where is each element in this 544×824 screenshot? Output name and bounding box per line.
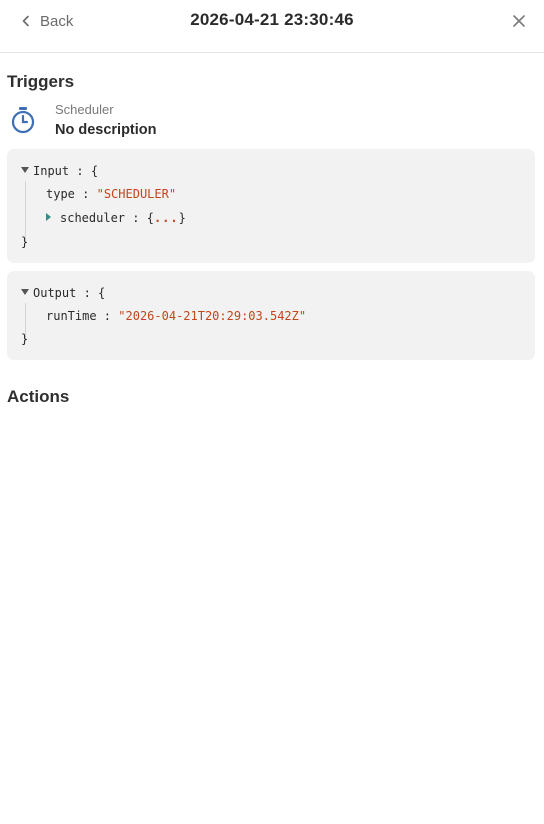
- expand-toggle-icon[interactable]: [46, 213, 51, 221]
- collapse-toggle-icon[interactable]: [21, 167, 29, 173]
- json-open-brace: {: [98, 286, 106, 300]
- close-icon[interactable]: [512, 14, 526, 28]
- trigger-output-json: Output : { runTime : "2026-04-21T20:29:0…: [7, 271, 535, 360]
- json-close-brace: }: [21, 332, 29, 346]
- json-field-type: type : "SCHEDULER": [46, 187, 177, 201]
- collapse-toggle-icon[interactable]: [21, 289, 29, 295]
- json-output-line: Output : {: [21, 284, 105, 302]
- json-key: runTime: [46, 309, 97, 323]
- json-open-brace: {: [90, 164, 99, 178]
- json-key: type: [46, 187, 75, 201]
- json-input-line: Input : {: [21, 162, 98, 180]
- json-close-brace: }: [21, 235, 29, 249]
- json-field-scheduler: scheduler : {...}: [46, 209, 186, 227]
- json-key: scheduler: [60, 211, 126, 225]
- json-key: Input: [33, 164, 70, 178]
- json-field-runtime: runTime : "2026-04-21T20:29:03.542Z": [46, 309, 307, 323]
- detail-header: Back 2026-04-21 23:30:46: [0, 0, 544, 53]
- json-key: Output: [33, 286, 77, 300]
- timer-icon: [11, 107, 35, 134]
- execution-timestamp-title: 2026-04-21 23:30:46: [190, 10, 354, 29]
- collapsed-ellipsis[interactable]: ...: [154, 211, 179, 225]
- json-string-value: "2026-04-21T20:29:03.542Z": [118, 309, 307, 323]
- triggers-section-title: Triggers: [7, 72, 75, 91]
- trigger-item-scheduler: Scheduler No description: [10, 102, 530, 142]
- actions-section-title: Actions: [7, 387, 70, 406]
- trigger-description: No description: [55, 122, 157, 138]
- trigger-type-label: Scheduler: [55, 102, 114, 117]
- json-string-value: "SCHEDULER": [96, 187, 177, 201]
- trigger-input-json: Input : { type : "SCHEDULER" scheduler :…: [7, 149, 535, 263]
